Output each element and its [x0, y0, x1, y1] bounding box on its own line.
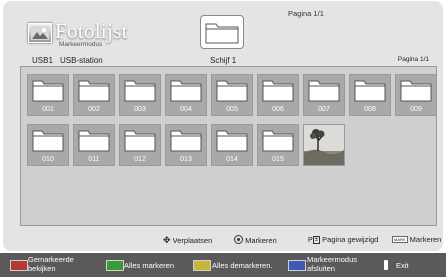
tile-label: 002	[88, 106, 100, 113]
current-folder-icon	[200, 15, 244, 49]
folder-tile[interactable]: 013	[165, 124, 207, 166]
red-button-view-marked[interactable]: Gemarkeerde bekijken	[4, 253, 100, 277]
photo-thumbnail[interactable]	[303, 124, 345, 166]
tile-label: 012	[134, 156, 146, 163]
folder-icon	[32, 80, 64, 102]
folder-icon	[308, 80, 340, 102]
legend-page-change: P ± Pagina gewijzigd	[308, 235, 378, 244]
thumbnail-grid: 001 002 003 004 005 006 007 008 009 010 …	[20, 66, 437, 226]
p-plus-minus-icon: P ±	[308, 236, 320, 244]
folder-icon	[78, 80, 110, 102]
folder-icon	[170, 80, 202, 102]
folder-tile[interactable]: 006	[257, 74, 299, 116]
folder-icon	[354, 80, 386, 102]
tile-label: 007	[318, 106, 330, 113]
green-button-label: Alles markeren	[124, 261, 175, 270]
folder-icon	[262, 130, 294, 152]
folder-tile[interactable]: 005	[211, 74, 253, 116]
legend-mark-label: Markeren	[245, 236, 277, 245]
page-indicator: Pagina 1/1	[288, 9, 324, 18]
tile-label: 009	[410, 106, 422, 113]
tile-label: 008	[364, 106, 376, 113]
photo-frame-icon	[28, 23, 52, 43]
exit-key-icon	[384, 260, 388, 270]
mark-key-icon: MARK	[392, 236, 408, 243]
folder-tile[interactable]: 008	[349, 74, 391, 116]
page-indicator-right: Pagina 1/1	[397, 56, 429, 63]
folder-tile[interactable]: 003	[119, 74, 161, 116]
folder-tile[interactable]: 009	[395, 74, 437, 116]
folder-icon	[170, 130, 202, 152]
blue-button-label: Markeermodus afsluiten	[307, 255, 358, 273]
tile-label: 014	[226, 156, 238, 163]
folder-icon	[216, 80, 248, 102]
folder-tile[interactable]: 002	[73, 74, 115, 116]
exit-button[interactable]: Exit	[382, 253, 442, 277]
folder-tile[interactable]: 001	[27, 74, 69, 116]
folder-tile[interactable]: 014	[211, 124, 253, 166]
dpad-icon: ✥	[163, 235, 171, 245]
folder-tile[interactable]: 007	[303, 74, 345, 116]
folder-tile[interactable]: 012	[119, 124, 161, 166]
green-key-swatch	[106, 260, 124, 271]
folder-tile[interactable]: 004	[165, 74, 207, 116]
tile-label: 011	[88, 156, 100, 163]
folder-icon	[262, 80, 294, 102]
tile-label: 005	[226, 106, 238, 113]
tile-label: 010	[42, 156, 54, 163]
blue-button-exit-mark-mode[interactable]: Markeermodus afsluiten	[286, 253, 376, 277]
breadcrumb-folder: Schijf 1	[210, 56, 237, 65]
folder-icon	[216, 130, 248, 152]
yellow-button-unmark-all[interactable]: Alles demarkeren.	[191, 253, 281, 277]
mode-subtitle: Markeermodus	[59, 41, 103, 48]
yellow-key-swatch	[193, 260, 211, 271]
legend-mark-key-label: Markeren	[409, 235, 442, 244]
red-button-label: Gemarkeerde bekijken	[28, 255, 74, 273]
folder-icon	[124, 130, 156, 152]
function-key-bar: Gemarkeerde bekijken Alles markeren Alle…	[0, 253, 446, 277]
red-key-swatch	[10, 260, 28, 271]
photo-frame-screen: Fotolijst Markeermodus Pagina 1/1 USB1 U…	[3, 1, 443, 251]
folder-icon	[32, 130, 64, 152]
blue-key-swatch	[288, 260, 306, 271]
legend-move: ✥ Verplaatsen	[163, 235, 212, 246]
tile-label: 001	[42, 106, 54, 113]
folder-tile[interactable]: 011	[73, 124, 115, 166]
folder-icon	[400, 80, 432, 102]
breadcrumb-usb1[interactable]: USB1	[32, 56, 53, 65]
yellow-button-label: Alles demarkeren.	[212, 261, 273, 270]
green-button-mark-all[interactable]: Alles markeren	[104, 253, 194, 277]
tile-label: 015	[272, 156, 284, 163]
exit-button-label: Exit	[396, 261, 409, 270]
landscape-photo-image	[304, 125, 344, 165]
folder-tile[interactable]: 010	[27, 124, 69, 166]
tile-label: 006	[272, 106, 284, 113]
legend-mark-key: MARK Markeren	[392, 235, 441, 244]
folder-icon	[78, 130, 110, 152]
folder-icon	[124, 80, 156, 102]
folder-tile[interactable]: 015	[257, 124, 299, 166]
legend-page-change-label: Pagina gewijzigd	[322, 235, 379, 244]
tile-label: 003	[134, 106, 146, 113]
legend-mark: Markeren	[234, 235, 277, 245]
ok-button-icon	[234, 235, 243, 244]
breadcrumb-usb-station[interactable]: USB-station	[60, 56, 103, 65]
tile-label: 004	[180, 106, 192, 113]
tile-label: 013	[180, 156, 192, 163]
legend-move-label: Verplaatsen	[172, 236, 213, 245]
